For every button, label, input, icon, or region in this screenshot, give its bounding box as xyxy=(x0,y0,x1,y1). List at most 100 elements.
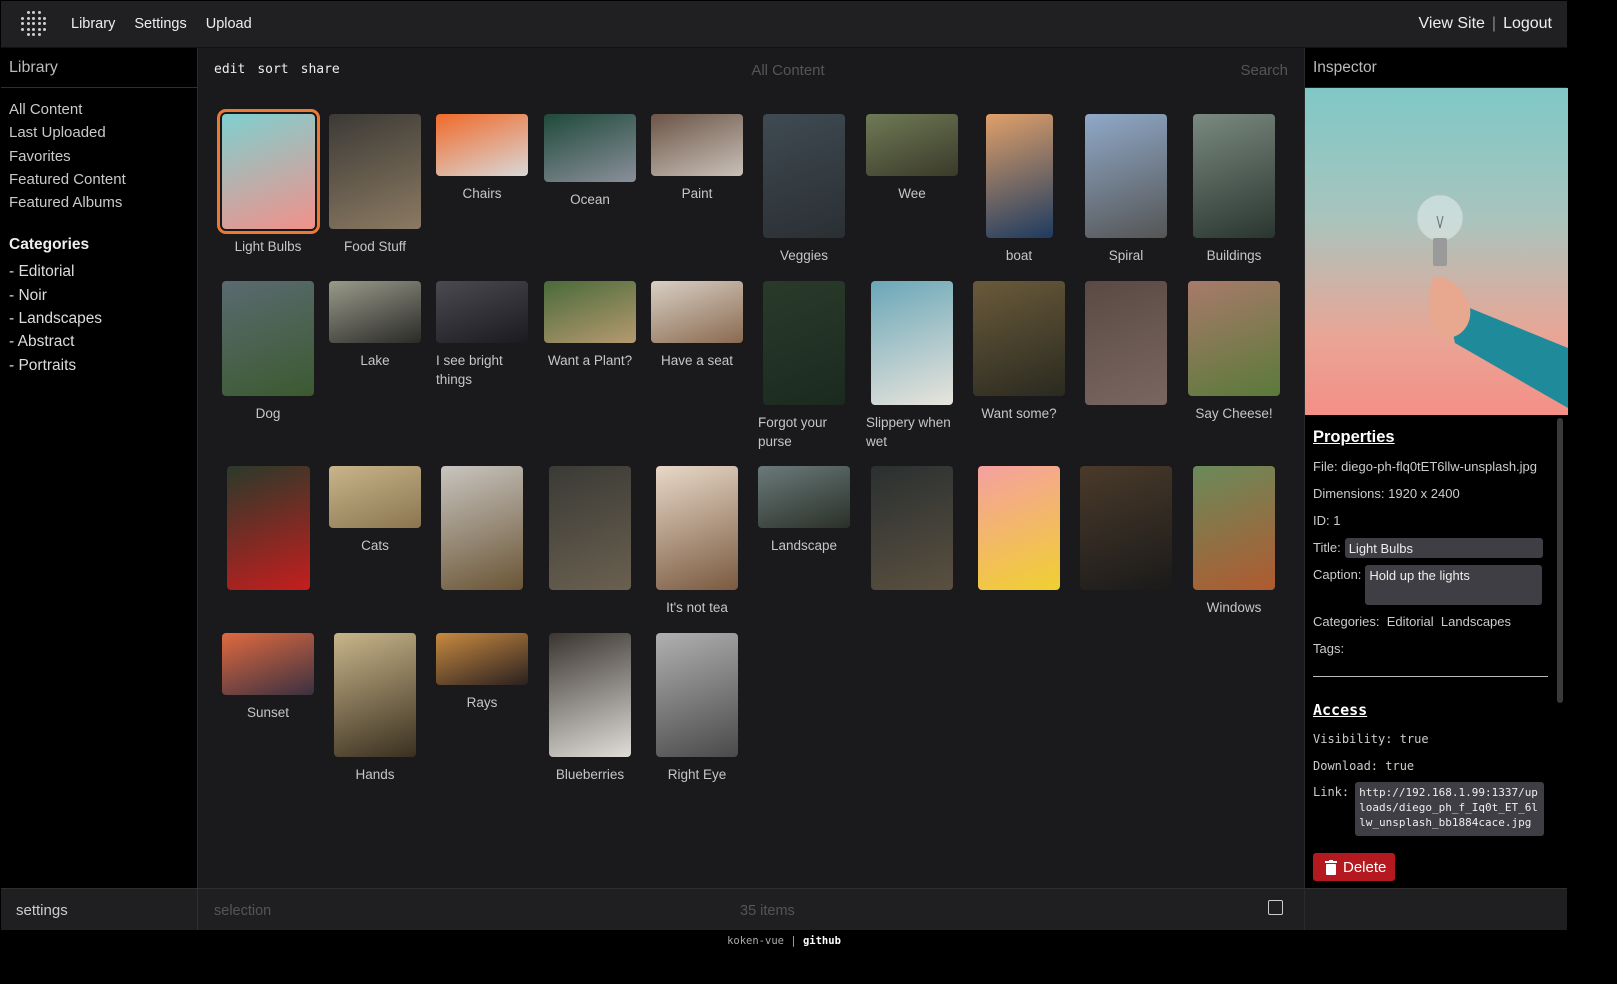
thumbnail-caption: Spiral xyxy=(1108,248,1144,263)
thumbnail-caption: Hands xyxy=(355,767,395,782)
tags-value: Tags: xyxy=(1313,641,1345,656)
sidebar-item-all-content[interactable]: All Content xyxy=(9,98,189,121)
thumbnail-caption: Lake xyxy=(360,353,390,368)
thumbnail-caption: Forgot your purse xyxy=(758,415,828,449)
thumbnail-image[interactable] xyxy=(1193,114,1275,238)
settings-footer: settings xyxy=(1,888,198,930)
thumbnail-image[interactable] xyxy=(216,109,320,234)
category-abstract[interactable]: - Abstract xyxy=(9,330,189,353)
caption-input[interactable]: Hold up the lights xyxy=(1365,565,1543,605)
category-landscapes[interactable]: - Landscapes xyxy=(9,307,189,330)
thumbnail-image[interactable] xyxy=(656,633,738,757)
thumbnail-image[interactable] xyxy=(973,281,1065,396)
thumbnail-image[interactable] xyxy=(222,281,314,396)
thumbnail-image[interactable] xyxy=(1193,466,1275,590)
category-editorial[interactable]: - Editorial xyxy=(9,260,189,283)
thumbnail-image[interactable] xyxy=(549,466,631,590)
image-id: ID: 1 xyxy=(1313,513,1341,528)
thumbnail-image[interactable] xyxy=(1085,114,1167,238)
thumbnail-caption: Say Cheese! xyxy=(1195,406,1273,421)
thumbnail-caption: Cats xyxy=(361,538,389,553)
properties-heading: Properties xyxy=(1313,428,1395,446)
github-link[interactable]: github xyxy=(803,935,841,947)
thumbnail-image[interactable] xyxy=(985,114,1053,238)
thumbnail-image[interactable] xyxy=(441,466,523,590)
categories-value: Categories: Editorial Landscapes xyxy=(1313,614,1512,629)
delete-button[interactable]: Delete xyxy=(1313,853,1395,881)
app-logo-icon[interactable] xyxy=(20,10,48,38)
thumbnail-image[interactable] xyxy=(656,466,738,590)
visibility-value: Visibility: true xyxy=(1313,732,1429,746)
thumbnail-image[interactable] xyxy=(544,281,636,343)
thumbnail-caption: Veggies xyxy=(779,248,829,263)
thumbnail-image[interactable] xyxy=(329,114,421,229)
thumbnail-image[interactable] xyxy=(222,633,314,695)
preview-illustration xyxy=(1417,195,1568,408)
sidebar-item-favorites[interactable]: Favorites xyxy=(9,145,189,168)
category-noir[interactable]: - Noir xyxy=(9,284,189,307)
thumbnail-caption: Windows xyxy=(1206,600,1262,615)
thumbnail-caption: Blueberries xyxy=(555,767,625,782)
sidebar-item-last-uploaded[interactable]: Last Uploaded xyxy=(9,121,189,144)
thumbnail-image[interactable] xyxy=(1085,281,1167,405)
thumbnail-image[interactable] xyxy=(866,114,958,176)
thumbnail-image[interactable] xyxy=(763,114,845,238)
thumbnail-image[interactable] xyxy=(758,466,850,528)
top-navigation-bar: Library Settings Upload View Site | Logo… xyxy=(1,1,1567,48)
selection-label: selection xyxy=(214,903,272,919)
thumbnail-image[interactable] xyxy=(651,114,743,176)
thumbnail-image[interactable] xyxy=(334,633,416,757)
caption-field: Caption: Hold up the lights xyxy=(1313,565,1551,614)
thumbnail-image[interactable] xyxy=(226,466,310,590)
library-sidebar: Library All Content Last Uploaded Favori… xyxy=(1,48,198,888)
thumbnail-caption: Chairs xyxy=(462,186,502,201)
nav-upload[interactable]: Upload xyxy=(206,16,252,32)
category-portraits[interactable]: - Portraits xyxy=(9,354,189,377)
thumbnail-image[interactable] xyxy=(544,114,636,182)
thumbnail-image[interactable] xyxy=(436,281,528,343)
footer-separator: | xyxy=(790,935,797,947)
thumbnail-caption: Dog xyxy=(255,406,281,421)
sidebar-title: Library xyxy=(1,48,197,88)
thumbnail-image[interactable] xyxy=(651,281,743,343)
delete-label: Delete xyxy=(1343,858,1387,876)
thumbnail-caption: Ocean xyxy=(570,192,610,207)
thumbnail-image[interactable] xyxy=(329,466,421,528)
selected-image-preview xyxy=(1305,88,1568,415)
bulb-glass xyxy=(1417,195,1463,241)
sidebar-item-featured-albums[interactable]: Featured Albums xyxy=(9,191,189,214)
thumbnail-image[interactable] xyxy=(329,281,421,343)
inspector-title: Inspector xyxy=(1305,48,1567,88)
title-input[interactable] xyxy=(1344,538,1543,558)
inspector-scrollbar[interactable] xyxy=(1557,418,1563,703)
thumbnail-image[interactable] xyxy=(1080,466,1172,590)
thumbnail-grid: Light Bulbs Food Stuff Chairs Ocean Paint Veg… xyxy=(198,48,1304,888)
logout-link[interactable]: Logout xyxy=(1503,15,1552,33)
select-all-checkbox[interactable] xyxy=(1268,900,1283,915)
thumbnail-image[interactable] xyxy=(763,281,845,405)
content-area: edit sort share All Content Light BulbsF… xyxy=(198,48,1304,888)
sidebar-item-featured-content[interactable]: Featured Content xyxy=(9,168,189,191)
thumbnail-image[interactable] xyxy=(436,633,528,685)
footer-project: koken-vue xyxy=(727,935,784,947)
link-value[interactable]: http://192.168.1.99:1337/uploads/diego_p… xyxy=(1355,782,1545,836)
divider xyxy=(1313,676,1548,677)
nav-library[interactable]: Library xyxy=(71,16,115,32)
thumbnail-caption: Wee xyxy=(898,186,926,201)
nav-settings[interactable]: Settings xyxy=(134,16,186,32)
thumbnail-caption: Have a seat xyxy=(660,353,734,368)
thumbnail-image[interactable] xyxy=(549,633,631,757)
thumbnail-image[interactable] xyxy=(436,114,528,176)
inspector-panel: Inspector Properties File: diego-ph-flq0… xyxy=(1304,48,1568,888)
thumbnail-image[interactable] xyxy=(871,281,953,405)
thumbnail-caption: Want some? xyxy=(981,406,1057,421)
categories-heading: Categories xyxy=(9,236,90,254)
thumbnail-image[interactable] xyxy=(1188,281,1280,396)
settings-link[interactable]: settings xyxy=(16,902,68,919)
link-field: Link: http://192.168.1.99:1337/uploads/d… xyxy=(1313,782,1551,836)
top-right-links: View Site | Logout xyxy=(1419,15,1553,33)
thumbnail-caption: Buildings xyxy=(1206,248,1262,263)
thumbnail-image[interactable] xyxy=(978,466,1060,590)
view-site-link[interactable]: View Site xyxy=(1419,15,1485,33)
thumbnail-image[interactable] xyxy=(871,466,953,590)
